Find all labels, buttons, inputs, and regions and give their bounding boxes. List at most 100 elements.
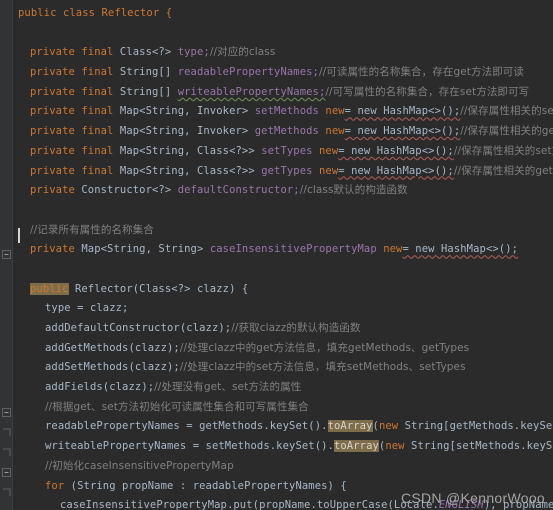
code-line-constructor-signature: public Reflector(Class<?> clazz) {: [13, 280, 553, 300]
field-0-name: type;: [177, 46, 210, 59]
field-3-new-keyword: new: [325, 105, 345, 118]
ctor-body-2-text: addGetMethods(clazz);: [45, 341, 180, 354]
code-line-readable-assign: readablePropertyNames = getMethods.keySe…: [13, 417, 553, 437]
field-7-modifiers: private: [30, 184, 75, 197]
csdn-watermark: CSDN @KennorWooo: [400, 490, 545, 506]
ctor-body-2-comment: //处理clazz中的get方法信息，填充getMethods、getTypes: [179, 341, 470, 354]
code-line-field-settypes: private final Map<String, Class<?>> setT…: [13, 142, 553, 162]
ctor-body-4-comment: //处理没有get、set方法的属性: [154, 381, 302, 394]
field-5-comment: //保存属性相关的set方法入参类型: [453, 144, 553, 157]
fold-marker-loop-2-end[interactable]: [2, 488, 11, 497]
code-line-field-writeable: private final String[] writeableProperty…: [13, 83, 553, 103]
loop1-body-pre: caseInsensitivePropertyMap.put(propName.…: [60, 499, 439, 510]
field-5-modifiers: private final: [30, 144, 114, 157]
ci-field-new-keyword: new: [383, 243, 403, 256]
field-7-name: defaultConstructor;: [177, 184, 300, 197]
code-line-comment-init-map: //初始化caseInsensitivePropertyMap: [13, 457, 553, 477]
field-4-comment: //保存属性相关的get方法: [460, 125, 553, 138]
comment-init-map-text: //初始化caseInsensitivePropertyMap: [45, 459, 234, 472]
field-6-new-keyword: new: [318, 164, 339, 177]
field-5-new-keyword: new: [318, 144, 339, 157]
writeable-assign-pre: writeablePropertyNames = setMethods.keyS…: [45, 440, 334, 453]
field-1-type: String[]: [119, 66, 172, 79]
code-line-blank-2: [13, 201, 553, 221]
fold-marker-loop-2[interactable]: [2, 468, 11, 477]
code-line-blank-1: [13, 24, 553, 44]
code-line-class-declaration: public class Reflector {: [13, 4, 553, 24]
fold-marker-loop-1[interactable]: [2, 408, 11, 417]
field-0-type: Class<?>: [119, 46, 172, 59]
field-4-assign: = new HashMap<>();: [344, 125, 461, 138]
readable-assign-post: String[getMethods.keySet().size()]);: [404, 420, 553, 433]
ci-field-type: Map<String, String>: [81, 243, 204, 256]
fold-marker-constructor[interactable]: [2, 250, 11, 259]
code-line-writeable-assign: writeablePropertyNames = setMethods.keyS…: [13, 437, 553, 457]
field-4-modifiers: private final: [30, 125, 114, 138]
ctor-body-3-comment: //处理clazz中的set方法信息，填充setMethods、setTypes: [179, 361, 466, 374]
field-6-name: getTypes: [261, 164, 313, 177]
ctor-body-1-comment: //获取clazz的默认构造函数: [231, 322, 361, 334]
writeable-new-keyword: new: [385, 440, 405, 453]
fold-marker-loop-1-end[interactable]: [2, 448, 11, 457]
readable-new-keyword: new: [378, 420, 399, 433]
field-4-type: Map<String, Invoker>: [119, 125, 249, 138]
comment-record-all-text: //记录所有属性的名称集合: [30, 223, 154, 236]
code-line-ctor-body-0: type = clazz;: [13, 299, 553, 319]
ctor-body-1-text: addDefaultConstructor(clazz);: [45, 322, 232, 334]
field-4-name: getMethods: [254, 125, 319, 138]
field-2-type: String[]: [119, 85, 172, 98]
field-6-comment: //保存属性相关的get方法返回类型: [453, 164, 553, 177]
field-3-name: setMethods: [254, 105, 319, 118]
ctor-body-4-text: addFields(clazz);: [45, 381, 155, 394]
code-line-ctor-body-1: addDefaultConstructor(clazz);//获取clazz的默…: [13, 319, 553, 339]
code-line-ctor-body-2: addGetMethods(clazz);//处理clazz中的get方法信息，…: [13, 339, 553, 359]
fold-marker-loop-1-body[interactable]: [2, 428, 11, 437]
field-3-modifiers: private final: [30, 105, 114, 118]
field-0-comment: //对应的class: [209, 46, 276, 59]
field-6-modifiers: private final: [30, 164, 114, 177]
field-1-comment: //可读属性的名称集合，存在get方法即可读: [318, 66, 525, 79]
field-5-assign: = new HashMap<>();: [338, 144, 454, 157]
writeable-assign-post: String[setMethods.keySet().size()]);: [411, 440, 553, 453]
ctor-body-0-text: type = clazz;: [45, 302, 129, 315]
code-line-field-gettypes: private final Map<String, Class<?>> getT…: [13, 162, 553, 182]
code-line-field-type: private final Class<?> type;//对应的class: [13, 43, 553, 63]
constructor-public-keyword: public: [30, 282, 69, 295]
code-line-field-caseinsensitivemap: private Map<String, String> caseInsensit…: [13, 240, 553, 260]
field-3-type: Map<String, Invoker>: [119, 105, 249, 118]
field-5-name: setTypes: [261, 144, 313, 157]
ci-field-name: caseInsensitivePropertyMap: [209, 243, 377, 256]
code-line-field-readable: private final String[] readablePropertyN…: [13, 63, 553, 83]
field-2-comment: //可写属性的名称集合，存在set方法即可写: [325, 85, 530, 98]
code-line-comment-record-all: //记录所有属性的名称集合: [13, 221, 553, 241]
loop1-for-keyword: for: [45, 479, 65, 492]
comment-init-props-text: //根据get、set方法初始化可读属性集合和可写属性集合: [45, 400, 309, 413]
field-4-new-keyword: new: [325, 125, 345, 138]
field-2-modifiers: private final: [30, 85, 114, 98]
field-1-name: readablePropertyNames;: [177, 66, 319, 79]
search-match-toarray-2[interactable]: toArray: [333, 440, 379, 453]
ctor-body-3-text: addSetMethods(clazz);: [45, 361, 180, 374]
field-7-comment: //class默认的构造函数: [299, 184, 408, 197]
code-line-ctor-body-3: addSetMethods(clazz);//处理clazz中的set方法信息，…: [13, 358, 553, 378]
field-6-type: Map<String, Class<?>>: [119, 164, 255, 177]
field-5-type: Map<String, Class<?>>: [119, 144, 255, 157]
code-line-ctor-body-4: addFields(clazz);//处理没有get、set方法的属性: [13, 378, 553, 398]
ci-field-modifiers: private: [30, 243, 75, 256]
loop1-header-rest: (String propName : readablePropertyNames…: [64, 479, 347, 492]
field-7-type: Constructor<?>: [81, 184, 172, 197]
constructor-signature-rest: Reflector(Class<?> clazz) {: [74, 282, 249, 295]
field-3-comment: //保存属性相关的set方法: [460, 105, 553, 118]
code-editor[interactable]: public class Reflector { private final C…: [0, 0, 553, 510]
class-declaration-text: public class Reflector {: [18, 7, 173, 19]
search-match-toarray-1[interactable]: toArray: [327, 420, 373, 433]
code-line-blank-caret: [13, 260, 553, 280]
field-3-assign: = new HashMap<>();: [344, 105, 461, 118]
code-content[interactable]: public class Reflector { private final C…: [13, 0, 553, 510]
field-2-name: writeablePropertyNames;: [177, 85, 326, 98]
field-0-modifiers: private final: [30, 46, 114, 59]
code-line-field-defaultconstructor: private Constructor<?> defaultConstructo…: [13, 181, 553, 201]
readable-assign-pre: readablePropertyNames = getMethods.keySe…: [45, 420, 328, 433]
ci-field-assign: = new HashMap<>();: [402, 243, 519, 256]
field-1-modifiers: private final: [30, 66, 114, 79]
